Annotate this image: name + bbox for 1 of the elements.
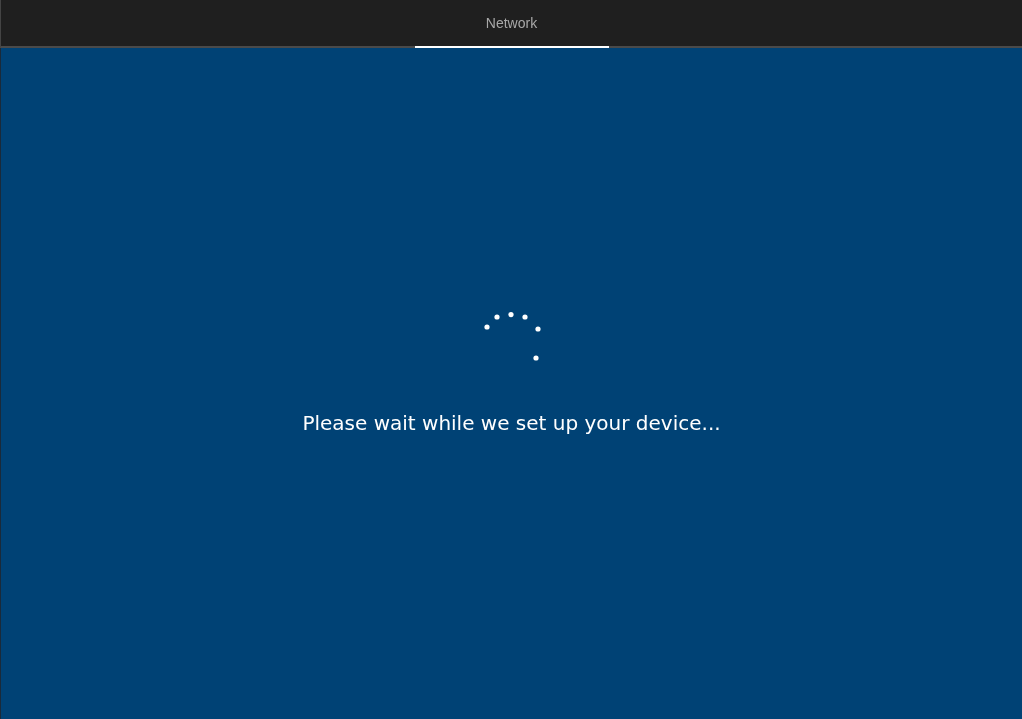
status-message: Please wait while we set up your device... [302, 411, 721, 435]
